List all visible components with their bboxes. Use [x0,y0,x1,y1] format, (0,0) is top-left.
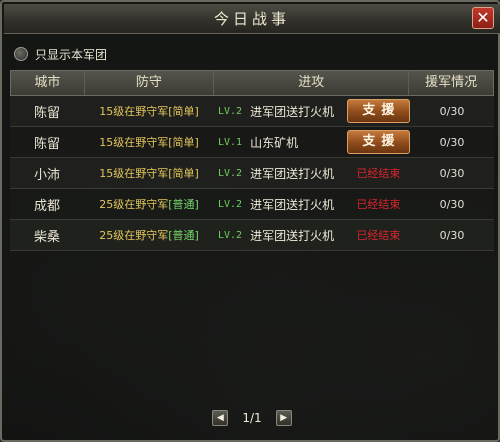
attack-cell: LV.2 进军团送打火机 已经结束 [214,158,410,189]
attack-cell: LV.2 进军团送打火机 支援 [214,96,410,127]
header-attack: 进攻 [214,71,410,95]
dialog-title: 今日战事 [213,10,290,28]
attack-legion-name: 进军团送打火机 [250,166,335,181]
battle-table: 城市 防守 进攻 援军情况 陈留 15级在野守军 [简单] LV.2 进军团送打火机 支援… [10,70,494,251]
own-legion-filter[interactable]: 只显示本军团 [14,44,107,64]
defense-label: 15级在野守军 [99,136,169,149]
attack-cell: LV.2 进军团送打火机 已经结束 [214,189,410,220]
attack-level: LV.2 [218,167,243,179]
ended-status: 已经结束 [356,229,401,242]
dialog-titlebar: 今日战事 ✕ [4,4,500,34]
prev-page-icon[interactable]: ◀ [212,410,229,426]
attack-level: LV.2 [218,229,243,241]
attack-cell: LV.2 进军团送打火机 已经结束 [214,220,410,251]
defense-label: 25级在野守军 [99,198,169,211]
support-button[interactable]: 支援 [346,130,410,154]
support-count: 0/30 [439,228,465,242]
ended-status: 已经结束 [356,198,401,211]
attack-level: LV.1 [218,136,243,148]
city-cell: 成都 [33,198,60,214]
defense-cell: 15级在野守军 [简单] [84,158,214,189]
city-cell: 柴桑 [33,229,60,245]
next-page-icon[interactable]: ▶ [275,410,292,426]
city-cell: 陈留 [33,105,60,121]
header-support: 援军情况 [425,75,478,90]
table-row: 陈留 15级在野守军 [简单] LV.2 进军团送打火机 支援 0/30 [10,96,494,127]
support-count: 0/30 [439,104,465,118]
pager: ◀ 1/1 ▶ [2,408,500,428]
table-row: 陈留 15级在野守军 [简单] LV.1 山东矿机 支援 0/30 [10,127,494,158]
table-row: 柴桑 25级在野守军 [普通] LV.2 进军团送打火机 已经结束 0/30 [10,220,494,251]
table-header: 城市 防守 进攻 援军情况 [10,70,494,96]
filter-label: 只显示本军团 [35,47,108,62]
checkbox-icon[interactable] [14,47,28,61]
header-city: 城市 [11,71,85,95]
support-count: 0/30 [439,197,465,211]
difficulty-label: [普通] [168,229,199,242]
attack-legion-name: 进军团送打火机 [250,104,335,119]
ended-status: 已经结束 [356,167,401,180]
attack-legion-name: 进军团送打火机 [250,228,335,243]
defense-label: 15级在野守军 [99,167,169,180]
page-indicator: 1/1 [242,411,262,425]
defense-cell: 25级在野守军 [普通] [84,220,214,251]
table-row: 小沛 15级在野守军 [简单] LV.2 进军团送打火机 已经结束 0/30 [10,158,494,189]
defense-cell: 15级在野守军 [简单] [84,127,214,158]
defense-label: 25级在野守军 [99,229,169,242]
today-battles-dialog: 今日战事 ✕ 只显示本军团 城市 防守 进攻 援军情况 陈留 15级在野守军 [简单… [0,0,500,442]
difficulty-label: [简单] [168,167,199,180]
support-button[interactable]: 支援 [346,99,410,123]
attack-legion-name: 山东矿机 [250,135,299,150]
attack-legion-name: 进军团送打火机 [250,197,335,212]
table-row: 成都 25级在野守军 [普通] LV.2 进军团送打火机 已经结束 0/30 [10,189,494,220]
city-cell: 陈留 [33,136,60,152]
close-icon[interactable]: ✕ [472,7,494,29]
header-defense: 防守 [85,71,215,95]
defense-cell: 15级在野守军 [简单] [84,96,214,127]
defense-cell: 25级在野守军 [普通] [84,189,214,220]
defense-label: 15级在野守军 [99,105,169,118]
attack-level: LV.2 [218,198,243,210]
city-cell: 小沛 [33,167,60,183]
support-count: 0/30 [439,135,465,149]
difficulty-label: [简单] [168,136,199,149]
difficulty-label: [简单] [168,105,199,118]
attack-cell: LV.1 山东矿机 支援 [214,127,410,158]
table-body: 陈留 15级在野守军 [简单] LV.2 进军团送打火机 支援 0/30 陈留 15级在野守军[… [10,96,494,251]
attack-level: LV.2 [218,105,243,117]
support-count: 0/30 [439,166,465,180]
difficulty-label: [普通] [168,198,199,211]
